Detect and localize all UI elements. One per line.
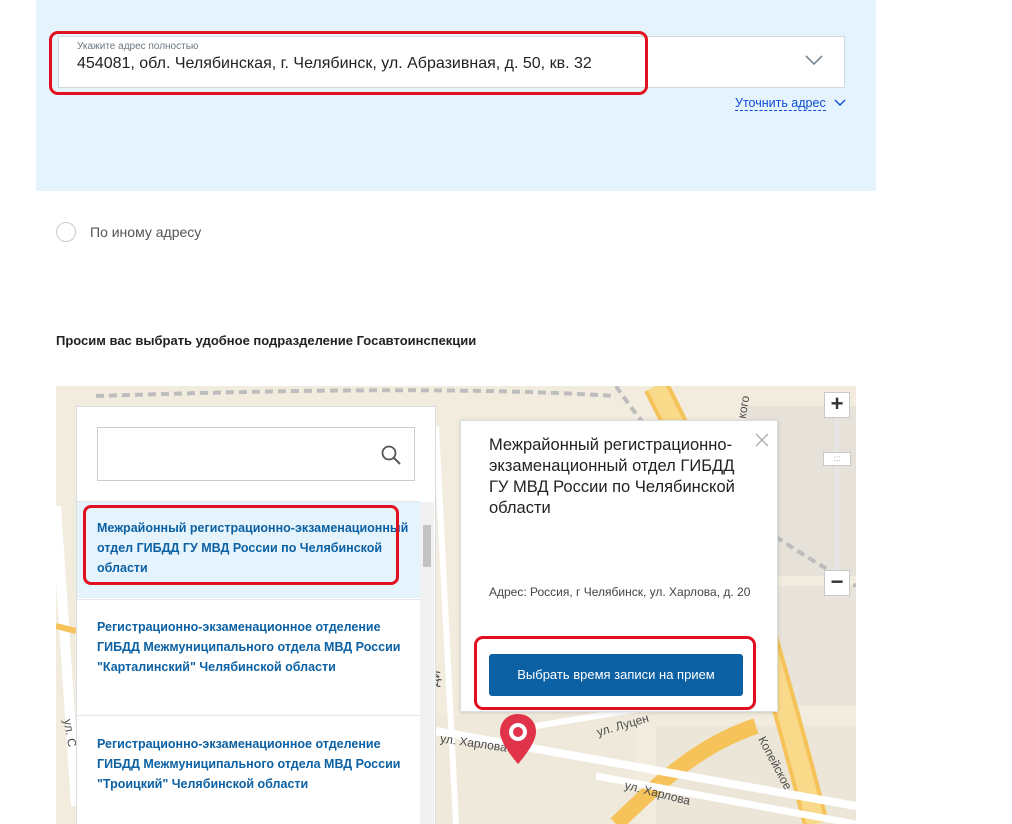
chevron-down-icon[interactable] [834, 98, 846, 107]
map[interactable]: ул. Харлова ул. Харлова ул. Луцен Копейс… [56, 386, 856, 824]
address-highlight [49, 31, 648, 95]
button-highlight [474, 636, 756, 710]
zoom-slider-handle[interactable]: ::: [823, 452, 851, 466]
zoom-slider-track[interactable] [835, 418, 839, 570]
popup-title: Межрайонный регистрационно-экзаменационн… [489, 436, 735, 517]
other-address-label[interactable]: По иному адресу [90, 224, 201, 240]
office-highlight [83, 505, 399, 585]
office-list-item[interactable]: Регистрационно-экзаменационное отделение… [77, 599, 420, 715]
section-title: Просим вас выбрать удобное подразделение… [56, 333, 477, 348]
office-list-panel: Межрайонный регистрационно-экзаменационн… [76, 406, 436, 824]
zoom-out-button[interactable]: − [824, 570, 850, 596]
close-icon[interactable] [755, 433, 769, 447]
chevron-down-icon[interactable] [804, 53, 824, 67]
search-icon[interactable] [380, 444, 402, 466]
other-address-radio[interactable] [56, 222, 76, 242]
office-search-input[interactable] [97, 427, 415, 481]
office-list-item[interactable]: Регистрационно-экзаменационное отделение… [77, 715, 420, 824]
popup-address: Адрес: Россия, г Челябинск, ул. Харлова,… [489, 585, 751, 599]
list-scroll-thumb[interactable] [423, 525, 431, 567]
refine-address-link[interactable]: Уточнить адрес [735, 96, 826, 111]
map-pin-icon[interactable] [498, 712, 538, 766]
zoom-in-button[interactable]: + [824, 392, 850, 418]
